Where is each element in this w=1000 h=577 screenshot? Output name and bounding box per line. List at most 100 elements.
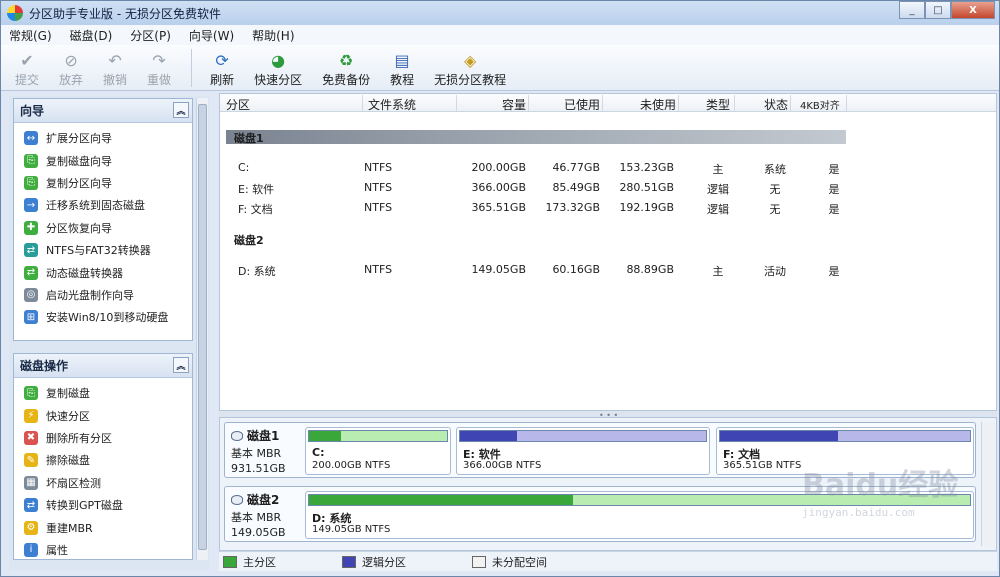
table-row[interactable]: E: 软件 NTFS 366.00GB 85.49GB 280.51GB 逻辑 … xyxy=(220,178,996,198)
disk-op-convert-gpt[interactable]: ⇄ 转换到GPT磁盘 xyxy=(14,494,192,516)
copy-disk-icon: ⎘ xyxy=(24,153,38,168)
table-row[interactable]: C: NTFS 200.00GB 46.77GB 153.23GB 主 系统 是 xyxy=(220,158,996,178)
disk2-info: 磁盘2 基本 MBR 149.05GB xyxy=(231,493,286,539)
quick-partition-button[interactable]: ◕ 快速分区 xyxy=(254,45,302,88)
legend: 主分区 逻辑分区 未分配空间 xyxy=(219,551,997,571)
left-panel-scrollbar[interactable] xyxy=(196,98,208,560)
legend-logical: 逻辑分区 xyxy=(338,554,406,570)
disk-op-quick-partition[interactable]: ⚡ 快速分区 xyxy=(14,404,192,426)
redo-button[interactable]: ↷ 重做 xyxy=(147,45,171,88)
tutorial-icon: ▤ xyxy=(394,50,410,70)
wizard-item-partition-recovery[interactable]: ✚ 分区恢复向导 xyxy=(14,217,192,239)
check-icon: ✔ xyxy=(20,50,34,70)
redo-icon: ↷ xyxy=(152,50,166,70)
col-filesystem[interactable]: 文件系统 xyxy=(368,96,416,113)
col-unused[interactable]: 未使用 xyxy=(640,96,676,113)
partition-block-c[interactable]: C: 200.00GB NTFS xyxy=(305,427,451,475)
col-4k-align[interactable]: 4KB对齐 xyxy=(800,97,840,112)
app-logo-icon xyxy=(7,5,23,21)
lossless-tutorial-button[interactable]: ◈ 无损分区教程 xyxy=(434,45,506,88)
table-header: 分区 文件系统 容量 已使用 未使用 类型 状态 4KB对齐 xyxy=(220,94,996,112)
wizard-section: 向导 ︽ ↔ 扩展分区向导 ⎘ 复制磁盘向导 ⎘ 复制分区向导 → 迁移系统到固态磁盘 … xyxy=(13,98,193,341)
baidu-watermark: Baidu经验 jingyan.baidu.com xyxy=(802,468,959,519)
col-type[interactable]: 类型 xyxy=(706,96,730,113)
copy-disk-icon: ⎘ xyxy=(24,386,38,401)
collapse-disk-ops-button[interactable]: ︽ xyxy=(173,357,189,373)
refresh-button[interactable]: ⟳ 刷新 xyxy=(210,45,234,88)
wizard-item-win-to-go[interactable]: ⊞ 安装Win8/10到移动硬盘 xyxy=(14,306,192,328)
left-panel: 向导 ︽ ↔ 扩展分区向导 ⎘ 复制磁盘向导 ⎘ 复制分区向导 → 迁移系统到固态磁盘 … xyxy=(9,96,209,570)
wizard-list: ↔ 扩展分区向导 ⎘ 复制磁盘向导 ⎘ 复制分区向导 → 迁移系统到固态磁盘 ✚ 分区恢复… xyxy=(14,123,192,329)
undo-button[interactable]: ↶ 撤销 xyxy=(103,45,127,88)
quick-partition-icon: ◕ xyxy=(271,50,286,70)
disk-op-copy-disk[interactable]: ⎘ 复制磁盘 xyxy=(14,382,192,404)
window-controls: _ □ X xyxy=(899,1,995,19)
wizard-item-copy-partition[interactable]: ⎘ 复制分区向导 xyxy=(14,172,192,194)
maximize-button[interactable]: □ xyxy=(925,1,951,19)
wizard-item-copy-disk[interactable]: ⎘ 复制磁盘向导 xyxy=(14,149,192,171)
delete-icon: ✖ xyxy=(24,430,38,445)
convert-fs-icon: ⇄ xyxy=(24,243,38,258)
col-status[interactable]: 状态 xyxy=(764,96,788,113)
menu-help[interactable]: 帮助(H) xyxy=(252,27,294,44)
primary-swatch xyxy=(223,555,237,568)
backup-icon: ♻ xyxy=(338,50,354,70)
partition-table: 分区 文件系统 容量 已使用 未使用 类型 状态 4KB对齐 磁盘1 C: NT… xyxy=(219,93,997,411)
dynamic-disk-icon: ⇄ xyxy=(24,265,38,280)
convert-gpt-icon: ⇄ xyxy=(24,498,38,513)
windows-icon: ⊞ xyxy=(24,310,38,325)
disk1-group-label: 磁盘1 xyxy=(234,132,264,145)
disk1-group-header xyxy=(226,130,846,144)
close-button[interactable]: X xyxy=(951,1,995,19)
wizard-item-dynamic-disk[interactable]: ⇄ 动态磁盘转换器 xyxy=(14,261,192,283)
left-panel-scroll-thumb[interactable] xyxy=(198,104,207,550)
menu-bar: 常规(G) 磁盘(D) 分区(P) 向导(W) 帮助(H) xyxy=(1,25,999,45)
disk-ops-section-title: 磁盘操作 ︽ xyxy=(14,354,192,378)
migrate-os-icon: → xyxy=(24,198,38,213)
disk1-info: 磁盘1 基本 MBR 931.51GB xyxy=(231,429,286,475)
col-capacity[interactable]: 容量 xyxy=(502,96,526,113)
wizard-item-boot-cd[interactable]: ◎ 启动光盘制作向导 xyxy=(14,284,192,306)
commit-button[interactable]: ✔ 提交 xyxy=(15,45,39,88)
unallocated-swatch xyxy=(472,555,486,568)
disk-op-properties[interactable]: i 属性 xyxy=(14,539,192,561)
table-row[interactable]: D: 系统 NTFS 149.05GB 60.16GB 88.89GB 主 活动… xyxy=(220,260,996,280)
legend-unallocated: 未分配空间 xyxy=(468,554,547,570)
col-used[interactable]: 已使用 xyxy=(564,96,600,113)
extend-partition-icon: ↔ xyxy=(24,131,38,146)
menu-wizard[interactable]: 向导(W) xyxy=(189,27,234,44)
menu-partition[interactable]: 分区(P) xyxy=(130,27,171,44)
lossless-tutorial-icon: ◈ xyxy=(463,50,477,70)
minimize-button[interactable]: _ xyxy=(899,1,925,19)
bad-sector-icon: ▦ xyxy=(24,475,38,490)
boot-cd-icon: ◎ xyxy=(24,287,38,302)
disk-icon xyxy=(231,494,243,505)
disk-ops-section: 磁盘操作 ︽ ⎘ 复制磁盘 ⚡ 快速分区 ✖ 删除所有分区 ✎ 擦除磁盘 ▦ 坏扇区检测 … xyxy=(13,353,193,560)
wizard-item-ntfs-fat32[interactable]: ⇄ NTFS与FAT32转换器 xyxy=(14,239,192,261)
partition-block-e[interactable]: E: 软件 366.00GB NTFS xyxy=(456,427,710,475)
mbr-icon: ⚙ xyxy=(24,520,38,535)
legend-primary: 主分区 xyxy=(219,554,276,570)
menu-general[interactable]: 常规(G) xyxy=(9,27,52,44)
partition-recovery-icon: ✚ xyxy=(24,220,38,235)
tutorial-button[interactable]: ▤ 教程 xyxy=(390,45,414,88)
refresh-icon: ⟳ xyxy=(215,50,229,70)
disk-op-rebuild-mbr[interactable]: ⚙ 重建MBR xyxy=(14,516,192,538)
disk-op-delete-all[interactable]: ✖ 删除所有分区 xyxy=(14,427,192,449)
discard-button[interactable]: ⊘ 放弃 xyxy=(59,45,83,88)
wizard-item-extend-partition[interactable]: ↔ 扩展分区向导 xyxy=(14,127,192,149)
free-backup-button[interactable]: ♻ 免费备份 xyxy=(322,45,370,88)
window-title: 分区助手专业版 - 无损分区免费软件 xyxy=(29,6,221,21)
wizard-item-migrate-os[interactable]: → 迁移系统到固态磁盘 xyxy=(14,194,192,216)
collapse-wizard-button[interactable]: ︽ xyxy=(173,102,189,118)
col-partition[interactable]: 分区 xyxy=(226,96,250,113)
disk2-group-header xyxy=(226,232,846,246)
disk-map-scrollbar[interactable] xyxy=(981,422,995,546)
table-row[interactable]: F: 文档 NTFS 365.51GB 173.32GB 192.19GB 逻辑… xyxy=(220,198,996,218)
toolbar-separator xyxy=(191,49,193,87)
menu-disk[interactable]: 磁盘(D) xyxy=(70,27,113,44)
disk-op-wipe-disk[interactable]: ✎ 擦除磁盘 xyxy=(14,449,192,471)
properties-icon: i xyxy=(24,542,38,557)
disk-op-bad-sector[interactable]: ▦ 坏扇区检测 xyxy=(14,472,192,494)
toolbar: ✔ 提交 ⊘ 放弃 ↶ 撤销 ↷ 重做 ⟳ 刷新 ◕ 快速分区 ♻ 免费备份 ▤ xyxy=(1,45,999,91)
